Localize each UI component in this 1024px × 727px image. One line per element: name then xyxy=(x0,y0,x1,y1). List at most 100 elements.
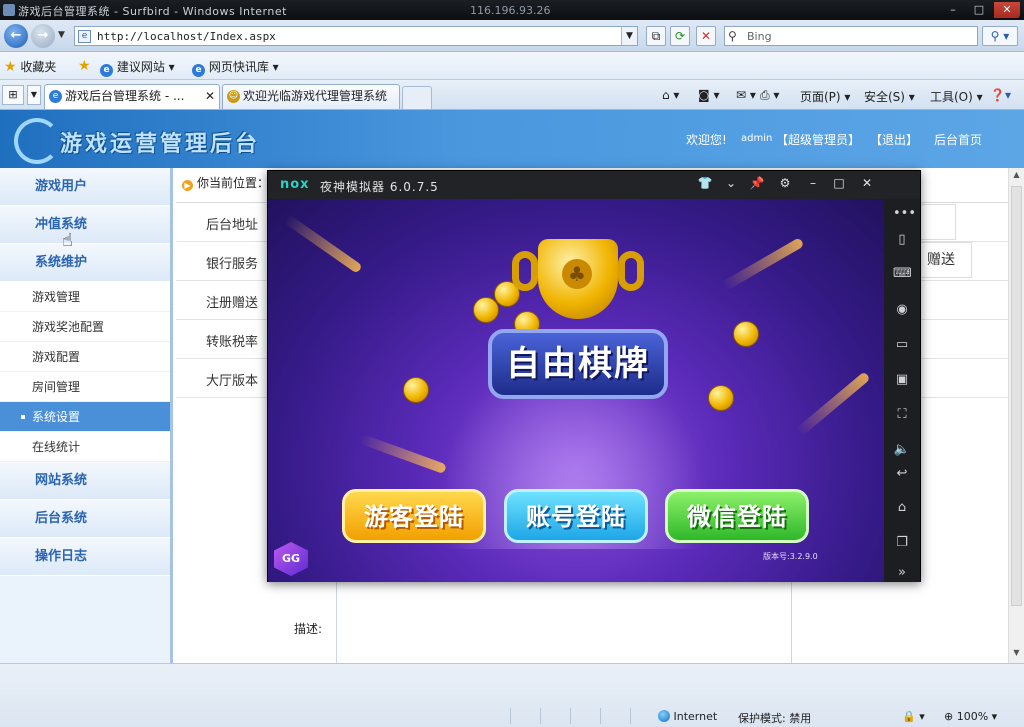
nox-sidebar: ••• ▯ ⌨ ◉ ▭ ▣ ⛶ 🔈 ↩ ⌂ ❐ » xyxy=(884,199,920,582)
nox-more-icon[interactable]: ••• xyxy=(893,205,916,223)
admin-home-link[interactable]: 后台首页 xyxy=(934,131,982,148)
internet-zone: Internet xyxy=(658,710,717,723)
logout-link[interactable]: 【退出】 xyxy=(870,131,918,148)
nox-rotate-icon[interactable]: ▯ xyxy=(893,231,911,249)
favorites-button[interactable]: ★ 收藏夹 xyxy=(4,58,56,75)
tab-admin[interactable]: e 游戏后台管理系统 - ... ✕ xyxy=(44,84,220,109)
address-field[interactable]: e http://localhost/Index.aspx ▼ xyxy=(74,26,638,46)
sidebar-item-online-stats[interactable]: 在线统计 xyxy=(0,432,170,462)
safety-menu[interactable]: 安全(S) ▾ xyxy=(864,88,915,105)
mail-icon[interactable]: ✉ ▾ xyxy=(736,88,756,102)
home-icon[interactable]: ⌂ ▾ xyxy=(662,88,679,102)
scroll-up-icon[interactable]: ▲ xyxy=(1011,170,1022,179)
nox-volume-icon[interactable]: 🔈 xyxy=(893,441,911,459)
sidebar-group-recharge[interactable]: 冲值系统 xyxy=(0,206,170,244)
refresh-button[interactable]: ⟳ xyxy=(670,26,690,46)
account-login-button[interactable]: 账号登陆 xyxy=(504,489,648,543)
scrollbar-thumb[interactable] xyxy=(1011,186,1022,606)
back-button[interactable]: ← xyxy=(4,24,28,48)
close-tab-icon[interactable]: ✕ xyxy=(205,85,215,108)
sidebar-group-website[interactable]: 网站系统 xyxy=(0,462,170,500)
sidebar-group-operation-log[interactable]: 操作日志 xyxy=(0,538,170,576)
forward-button[interactable]: → xyxy=(31,24,55,48)
tab-agent[interactable]: ☺ 欢迎光临游戏代理管理系统 xyxy=(222,84,400,109)
sidebar-item-room-management[interactable]: 房间管理 xyxy=(0,372,170,402)
nox-chevron-down-icon[interactable]: ⌄ xyxy=(722,176,740,190)
tab-agent-label: 欢迎光临游戏代理管理系统 xyxy=(243,89,388,103)
sidebar-item-jackpot-config[interactable]: 游戏奖池配置 xyxy=(0,312,170,342)
game-screen[interactable]: ♣ 自由棋牌 游客登陆 账号登陆 微信登陆 版本号:3.2.9.0 GG xyxy=(268,199,884,582)
sidebar-item-system-settings[interactable]: 系统设置 xyxy=(0,402,170,432)
nox-settings-icon[interactable]: ⚙ xyxy=(776,176,794,190)
nox-fullscreen-icon[interactable]: ⛶ xyxy=(893,406,911,424)
compatibility-button[interactable]: ⧉ xyxy=(646,26,666,46)
feeds-icon[interactable]: ◙ ▾ xyxy=(698,88,719,102)
stop-button[interactable]: ✕ xyxy=(696,26,716,46)
zoom-dropdown-icon[interactable]: ▾ xyxy=(992,710,998,723)
suggested-sites-link[interactable]: e 建议网站 ▾ xyxy=(100,58,175,77)
ie-icon: e xyxy=(49,90,62,103)
sidebar: 游戏用户 冲值系统 系统维护 游戏管理 游戏奖池配置 游戏配置 房间管理 系统设… xyxy=(0,168,173,663)
description-textarea[interactable] xyxy=(336,580,792,663)
hand-cursor-icon: ☝ xyxy=(62,230,73,251)
sidebar-group-game-users[interactable]: 游戏用户 xyxy=(0,168,170,206)
row-label: 大厅版本 xyxy=(206,374,259,389)
tab-list-icon[interactable]: ▼ xyxy=(27,85,41,105)
guest-login-button[interactable]: 游客登陆 xyxy=(342,489,486,543)
print-icon[interactable]: ⎙ ▾ xyxy=(760,88,779,103)
wechat-login-button[interactable]: 微信登陆 xyxy=(665,489,809,543)
page-menu[interactable]: 页面(P) ▾ xyxy=(800,88,850,105)
star-icon: ★ xyxy=(4,59,17,75)
add-favorite-icon[interactable]: ★ xyxy=(78,58,91,74)
page-scrollbar[interactable]: ▲ ▼ xyxy=(1008,168,1024,663)
minimize-button[interactable]: – xyxy=(940,2,966,18)
username: admin xyxy=(741,133,773,144)
page-icon: e xyxy=(78,30,91,43)
nox-minimize-button[interactable]: – xyxy=(804,176,822,190)
nox-record-icon[interactable]: ▣ xyxy=(893,371,911,389)
status-divider xyxy=(600,708,601,724)
suggested-sites-label: 建议网站 ▾ xyxy=(116,60,175,74)
nox-back-icon[interactable]: ↩ xyxy=(893,465,911,483)
browser-icon xyxy=(3,4,15,16)
nox-logo: nox xyxy=(280,177,310,192)
zoom-control[interactable]: ⊕ 100% ▾ xyxy=(944,710,997,723)
search-button[interactable]: ⚲ ▾ xyxy=(982,26,1018,46)
search-placeholder: Bing xyxy=(747,30,772,43)
search-input[interactable]: ⚲ Bing xyxy=(724,26,978,46)
address-dropdown-icon[interactable]: ▼ xyxy=(621,27,637,45)
nox-close-button[interactable]: ✕ xyxy=(858,176,876,190)
close-window-button[interactable]: ✕ xyxy=(994,2,1020,18)
sidebar-item-game-config[interactable]: 游戏配置 xyxy=(0,342,170,372)
status-divider xyxy=(570,708,571,724)
remote-ip: 116.196.93.26 xyxy=(470,4,551,17)
location-icon: ▶ xyxy=(182,180,193,191)
nox-pin-icon[interactable]: 📌 xyxy=(748,176,766,190)
nox-screen-icon[interactable]: ▭ xyxy=(893,336,911,354)
help-icon[interactable]: ❓▾ xyxy=(990,88,1011,102)
tools-menu[interactable]: 工具(O) ▾ xyxy=(930,88,983,105)
zoom-level: 100% xyxy=(956,710,989,723)
web-slice-gallery-link[interactable]: e 网页快讯库 ▾ xyxy=(192,58,279,77)
nox-expand-icon[interactable]: » xyxy=(893,564,911,582)
nox-keyboard-icon[interactable]: ⌨ xyxy=(893,265,912,283)
sidebar-item-game-management[interactable]: 游戏管理 xyxy=(0,282,170,312)
nox-location-icon[interactable]: ◉ xyxy=(893,301,911,319)
maximize-button[interactable]: □ xyxy=(966,2,992,18)
breadcrumb: ▶ 你当前位置： xyxy=(182,174,269,191)
nox-shirt-icon[interactable]: 👕 xyxy=(696,176,714,190)
sidebar-group-maintenance[interactable]: 系统维护 xyxy=(0,244,170,282)
row-label: 转账税率 xyxy=(206,335,259,350)
coin-icon xyxy=(733,321,759,347)
nox-maximize-button[interactable]: □ xyxy=(830,176,848,190)
scroll-down-icon[interactable]: ▼ xyxy=(1011,648,1022,657)
history-dropdown-icon[interactable]: ▼ xyxy=(58,30,65,40)
nox-home-icon[interactable]: ⌂ xyxy=(893,499,911,517)
security-icon[interactable]: 🔒 ▾ xyxy=(902,710,925,723)
quick-tabs-icon[interactable]: ⊞ xyxy=(2,85,24,105)
new-tab-button[interactable] xyxy=(402,86,432,109)
favorites-bar: ★ 收藏夹 ★ e 建议网站 ▾ e 网页快讯库 ▾ xyxy=(0,52,1024,80)
gg-logo[interactable]: GG xyxy=(274,542,308,576)
nox-recent-apps-icon[interactable]: ❐ xyxy=(893,534,911,552)
sidebar-group-backend[interactable]: 后台系统 xyxy=(0,500,170,538)
